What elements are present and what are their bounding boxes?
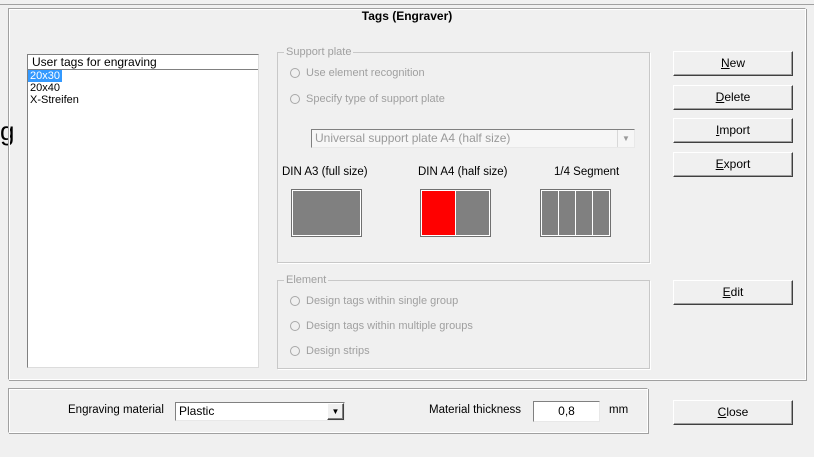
new-button-accel: N [720,56,730,70]
export-button-accel: E [715,157,724,171]
radio-label: Specify type of support plate [306,93,445,105]
dialog-title: Tags (Engraver) [361,9,453,23]
radio-button-icon [290,296,300,306]
plate-segment [456,191,489,235]
close-button-label: lose [726,405,749,419]
plate-quarter-segment [540,189,611,237]
material-thickness-input[interactable]: 0,8 [533,401,600,422]
new-button-label: ew [729,56,745,70]
plate-segment [576,191,592,235]
plate-segment [293,191,360,235]
edit-button[interactable]: Edit [673,280,793,305]
material-thickness-unit: mm [609,404,629,416]
radio-label: Design tags within single group [306,295,459,307]
window-top-border [0,4,814,5]
support-plate-type-select[interactable]: Universal support plate A4 (half size) ▼ [311,129,635,148]
delete-button[interactable]: Delete [673,85,793,110]
engraving-material-value: Plastic [179,404,215,418]
chevron-down-icon[interactable]: ▼ [327,403,344,420]
plate-label-din-a3: DIN A3 (full size) [282,166,368,178]
radio-button-icon [290,321,300,331]
radio-label: Design tags within multiple groups [306,320,473,332]
plate-din-a4 [420,189,491,237]
radio-button-icon [290,346,300,356]
plate-din-a3 [291,189,362,237]
delete-button-label: elete [724,90,751,104]
material-thickness-label: Material thickness [429,404,522,416]
delete-button-accel: D [715,90,725,104]
support-plate-type-value: Universal support plate A4 (half size) [315,131,511,145]
plate-label-din-a4: DIN A4 (half size) [418,166,508,178]
radio-design-strips[interactable]: Design strips [290,345,370,357]
radio-design-multiple-groups[interactable]: Design tags within multiple groups [290,320,473,332]
radio-button-icon [290,94,300,104]
plate-segment [542,191,558,235]
close-button[interactable]: Close [673,400,793,425]
export-button[interactable]: Export [673,152,793,177]
radio-button-icon [290,68,300,78]
export-button-label: xport [723,157,751,171]
radio-specify-support-plate[interactable]: Specify type of support plate [290,93,445,105]
radio-label: Design strips [306,345,370,357]
list-item-x-streifen[interactable]: X-Streifen [28,94,258,106]
plate-segment [559,191,575,235]
plate-label-quarter-segment: 1/4 Segment [554,166,620,178]
edit-button-label: dit [730,285,744,299]
user-tags-list[interactable]: User tags for engraving 20x30 20x40 X-St… [27,54,259,368]
radio-design-single-group[interactable]: Design tags within single group [290,295,458,307]
new-button[interactable]: New [673,51,793,76]
radio-label: Use element recognition [306,67,425,79]
engraving-material-label: Engraving material [68,404,164,416]
user-tags-list-header: User tags for engraving [28,55,258,70]
import-button-label: mport [719,123,751,137]
list-item-label: 20x40 [30,82,60,94]
list-item-20x40[interactable]: 20x40 [28,82,258,94]
plate-segment [593,191,609,235]
list-item-20x30[interactable]: 20x30 [28,70,258,82]
element-legend: Element [284,273,329,287]
list-item-label: X-Streifen [30,94,79,106]
plate-segment-highlighted [422,191,455,235]
chevron-down-icon[interactable]: ▼ [617,130,634,147]
import-button[interactable]: Import [673,118,793,143]
engraving-material-select[interactable]: Plastic ▼ [175,402,345,421]
support-plate-legend: Support plate [284,45,354,59]
radio-use-element-recognition[interactable]: Use element recognition [290,67,425,79]
edit-button-accel: E [722,285,731,299]
list-item-label: 20x30 [28,70,62,82]
